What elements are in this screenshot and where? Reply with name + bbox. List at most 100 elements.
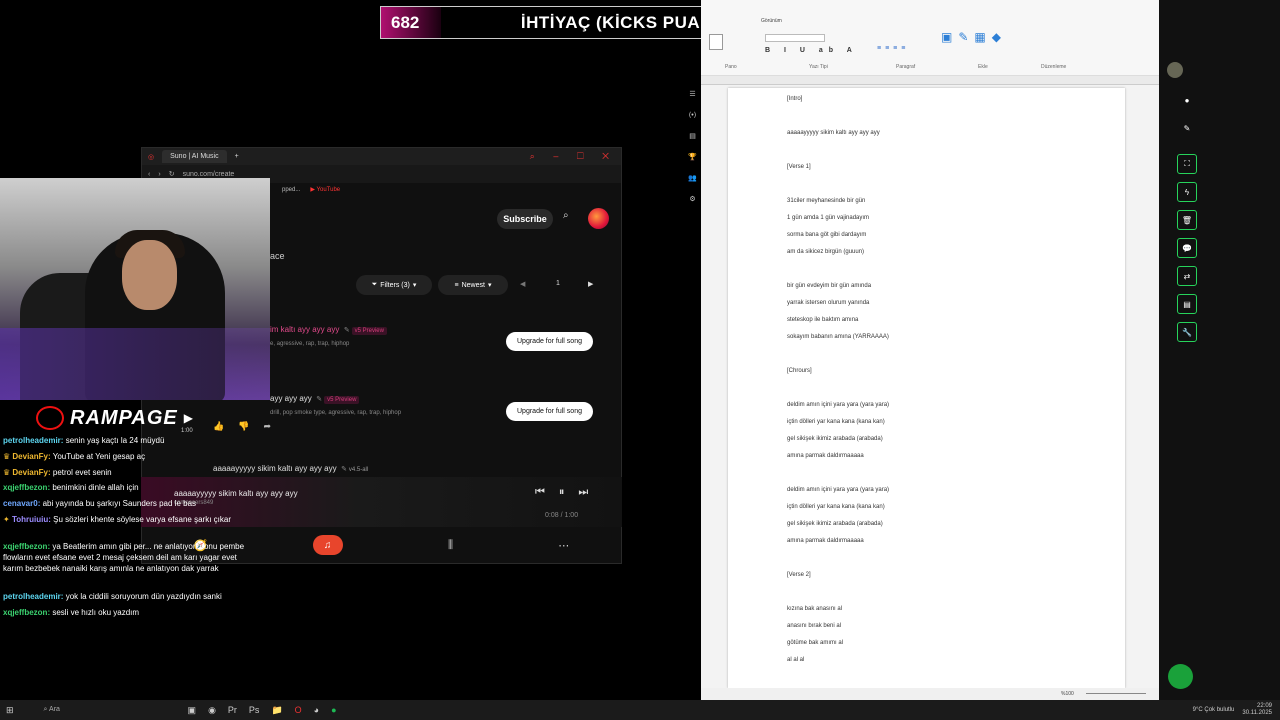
scan-icon[interactable]: ⛶ (1177, 154, 1197, 174)
chat-text: abi yayında bu şarkıyı Saunders pad le b… (42, 499, 197, 508)
like-icon[interactable]: 👍 (213, 421, 238, 431)
weather[interactable]: 9°C Çok bulutlu (1193, 707, 1235, 713)
dislike-icon[interactable]: 👎 (238, 421, 263, 431)
song-title[interactable]: ayy ayy ayy (270, 394, 312, 403)
upgrade-button[interactable]: Upgrade for full song (506, 402, 593, 421)
folder-icon[interactable]: 📁 (271, 705, 282, 716)
pen-icon[interactable]: ✎ (1177, 118, 1197, 138)
chat-username[interactable]: petrolheademir: (3, 436, 63, 445)
tab-suno[interactable]: Suno | AI Music (162, 150, 227, 163)
lyric-line: am da sikicez birgün (guuun) (787, 249, 865, 255)
align-buttons[interactable]: ≡≡≡≡ (877, 45, 909, 52)
chat-username[interactable]: xqjeffbezon: (3, 483, 50, 492)
taskbar-apps[interactable]: ▣ ◉ Pr Ps 📁 O ◕ ● (188, 705, 337, 716)
edit-icon[interactable]: ✎ (344, 327, 352, 334)
chat-icon[interactable]: 💬 (1177, 238, 1197, 258)
sort-button[interactable]: ≡ Newest ▾ (438, 275, 508, 295)
avatar[interactable] (1167, 62, 1183, 78)
lyric-line: deldim amın içini yara yara (yara yara) (787, 487, 890, 493)
chat-username[interactable]: DevianFy: (12, 452, 50, 461)
spotify-icon[interactable]: ● (331, 705, 336, 716)
url-text[interactable]: suno.com/create (183, 171, 235, 178)
bookmark-youtube[interactable]: ▶ YouTube (310, 186, 340, 193)
more-icon[interactable]: ⋯ (558, 539, 569, 552)
song-row[interactable]: ayy ayy ayy ✎ v5 Preview drill, pop smok… (270, 388, 401, 416)
menu-icon[interactable]: ☰ (684, 90, 701, 98)
server-icon[interactable]: ▤ (1177, 294, 1197, 314)
avatar[interactable] (588, 208, 609, 229)
reload-icon[interactable]: ↻ (169, 170, 175, 178)
chrome-icon[interactable]: ◕ (314, 705, 319, 716)
task-view-icon[interactable]: ▣ (188, 705, 197, 716)
users-icon[interactable]: 👥 (684, 174, 701, 182)
trophy-icon[interactable]: 🏆 (684, 153, 701, 161)
lyric-line: [Intro] (787, 96, 803, 102)
start-icon[interactable]: ⊞ (6, 705, 14, 716)
new-tab-button[interactable]: + (235, 153, 239, 160)
bookmark-item[interactable]: pped... (282, 187, 300, 193)
tool-icon[interactable]: ⟨•⟩ (684, 111, 701, 119)
taskbar-search[interactable]: ⌕ Ara (44, 706, 174, 714)
edit-icon[interactable]: ✎ (341, 466, 349, 473)
upgrade-button[interactable]: Upgrade for full song (506, 332, 593, 351)
chat-username[interactable]: DevianFy: (12, 468, 50, 477)
premiere-icon[interactable]: Pr (228, 705, 237, 716)
trash-icon[interactable]: 🗑 (1177, 210, 1197, 230)
window-controls[interactable]: ⌕ – ☐ ✕ (530, 151, 621, 162)
song-tags: e, agressive, rap, trap, hiphop (270, 341, 350, 347)
insert-icons[interactable]: ▣✎▦◆ (941, 30, 1031, 58)
create-button[interactable]: ♫ (312, 535, 343, 555)
zoom-level[interactable]: %100 (1061, 691, 1074, 697)
page-number: 1 (556, 280, 560, 287)
chat-username[interactable]: Tohruiuiu: (12, 515, 51, 524)
chat-username[interactable]: cenavar0: (3, 499, 40, 508)
chat-username[interactable]: xqjeffbezon: (3, 542, 50, 551)
gear-icon[interactable]: ⚙ (684, 195, 701, 203)
next-track-icon[interactable]: ⏭ (578, 486, 602, 498)
lyric-line: [Chrours] (787, 368, 812, 374)
song-row[interactable]: im kaltı ayy ayy ayy ✎ v5 Preview e, agr… (270, 319, 387, 347)
lyric-line: amına parmak daldırmaaaaa (787, 538, 864, 544)
document-page[interactable] (728, 88, 1125, 688)
layout-icon[interactable]: ▤ (684, 132, 701, 140)
pause-icon[interactable]: ⏸ (559, 486, 579, 498)
support-icon[interactable] (1168, 664, 1193, 689)
opera-icon[interactable]: O (295, 705, 302, 716)
player-controls[interactable]: ⏮⏸⏭ (535, 486, 602, 499)
back-icon[interactable]: ‹ (148, 171, 150, 178)
edit-icon[interactable]: ✎ (316, 396, 324, 403)
link-icon[interactable]: ⇄ (1177, 266, 1197, 286)
next-page-icon[interactable]: ▶ (588, 280, 593, 288)
share-icon[interactable]: ➦ (263, 421, 285, 431)
photoshop-icon[interactable]: Ps (249, 705, 260, 716)
chat-message: cenavar0: abi yayında bu şarkıyı Saunder… (3, 498, 258, 509)
chat-message: ✦ Tohruiuiu: Şu sözleri khente söylese v… (3, 514, 258, 525)
chat-username[interactable]: xqjeffbezon: (3, 608, 50, 617)
zoom-slider[interactable] (1086, 693, 1146, 694)
chat-username[interactable]: petrolheademir: (3, 592, 63, 601)
subscribe-button[interactable]: Subscribe (497, 209, 553, 229)
badge-icon: ✦ (3, 515, 12, 524)
filters-button[interactable]: ⏷ Filters (3) ▾ (356, 275, 432, 295)
lightning-icon[interactable]: ϟ (1177, 182, 1197, 202)
library-icon[interactable]: ⫼ (448, 539, 453, 552)
ribbon-tab[interactable]: Görünüm (761, 18, 782, 24)
font-family-select[interactable] (765, 34, 825, 42)
previous-track-icon[interactable]: ⏮ (535, 486, 559, 498)
prev-page-icon[interactable]: ◀ (520, 280, 525, 288)
format-buttons[interactable]: B I U ab A (765, 47, 858, 54)
info-icon[interactable]: ● (1177, 90, 1197, 110)
system-tray[interactable]: 9°C Çok bulutlu 22:09 30.11.2025 (1193, 703, 1280, 717)
song-actions[interactable]: 👍👎➦ (213, 421, 285, 432)
lyric-line: götüme bak amımı al (787, 640, 844, 646)
search-icon[interactable]: ⌕ (563, 210, 569, 221)
webcam-feed (0, 178, 270, 400)
song-title[interactable]: im kaltı ayy ayy ayy (270, 325, 339, 334)
browser-menu-icon[interactable]: ◎ (148, 153, 154, 161)
clock[interactable]: 22:09 30.11.2025 (1242, 703, 1272, 717)
word-side-toolbar: ☰ ⟨•⟩ ▤ 🏆 👥 ⚙ (684, 90, 701, 240)
wrench-icon[interactable]: 🔧 (1177, 322, 1197, 342)
browser-icon[interactable]: ◉ (208, 705, 216, 716)
paste-icon[interactable] (709, 34, 723, 50)
forward-icon[interactable]: › (158, 171, 160, 178)
